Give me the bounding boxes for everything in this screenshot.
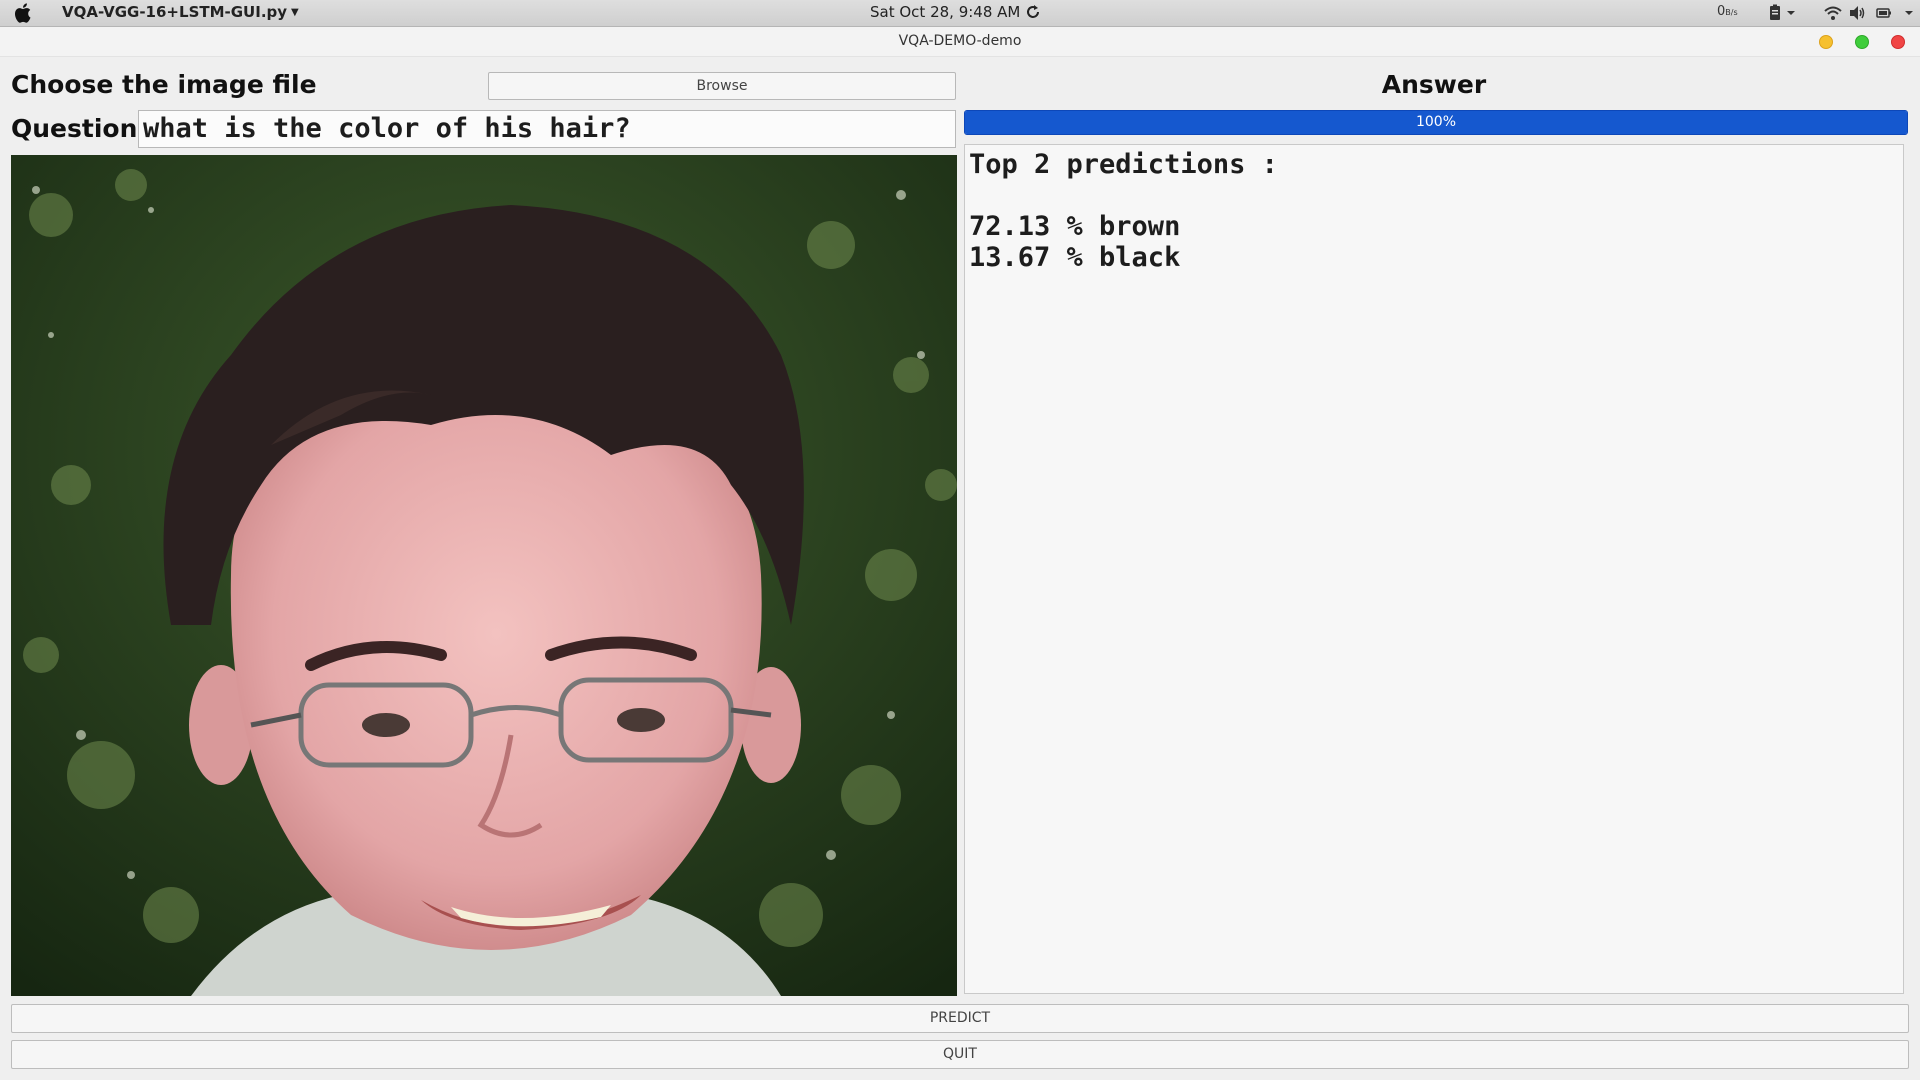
window-title: VQA-DEMO-demo <box>898 33 1022 49</box>
browse-button[interactable]: Browse <box>488 72 956 100</box>
minimize-button[interactable] <box>1819 35 1833 49</box>
answer-title: Answer <box>1381 70 1487 99</box>
prediction-line: 72.13 % brown <box>969 211 1181 242</box>
clock[interactable]: Sat Oct 28, 9:48 AM <box>870 3 1020 21</box>
predictions-header: Top 2 predictions : <box>969 149 1278 180</box>
chevron-down-icon: ▼ <box>291 7 299 18</box>
predict-button[interactable]: PREDICT <box>11 1004 1909 1033</box>
portrait-photo-icon <box>11 155 957 996</box>
progress-bar: 100% <box>964 110 1908 135</box>
question-label: Question <box>11 114 138 143</box>
app-menu[interactable]: VQA-VGG-16+LSTM-GUI.py ▼ <box>62 3 299 21</box>
clipboard-icon[interactable] <box>1768 4 1796 22</box>
choose-image-label: Choose the image file <box>11 70 317 99</box>
answer-output[interactable]: Top 2 predictions : 72.13 % brown 13.67 … <box>964 144 1904 994</box>
battery-icon[interactable] <box>1876 4 1916 22</box>
prediction-line: 13.67 % black <box>969 242 1181 273</box>
question-input[interactable]: what is the color of his hair? <box>138 110 956 148</box>
app-menu-label: VQA-VGG-16+LSTM-GUI.py <box>62 3 288 21</box>
refresh-icon[interactable] <box>1025 3 1041 21</box>
maximize-button[interactable] <box>1855 35 1869 49</box>
window-titlebar[interactable]: VQA-DEMO-demo <box>0 27 1920 57</box>
progress-label: 100% <box>1415 114 1457 130</box>
system-menu-bar: VQA-VGG-16+LSTM-GUI.py ▼ Sat Oct 28, 9:48… <box>0 0 1920 27</box>
network-speed: 0B/s <box>1717 4 1738 19</box>
network-speed-unit: B/s <box>1725 8 1738 17</box>
close-button[interactable] <box>1891 35 1905 49</box>
image-preview <box>11 155 957 996</box>
quit-button[interactable]: QUIT <box>11 1040 1909 1069</box>
wifi-icon[interactable] <box>1824 4 1842 22</box>
volume-icon[interactable] <box>1848 4 1866 22</box>
apple-logo-icon[interactable] <box>14 2 34 24</box>
